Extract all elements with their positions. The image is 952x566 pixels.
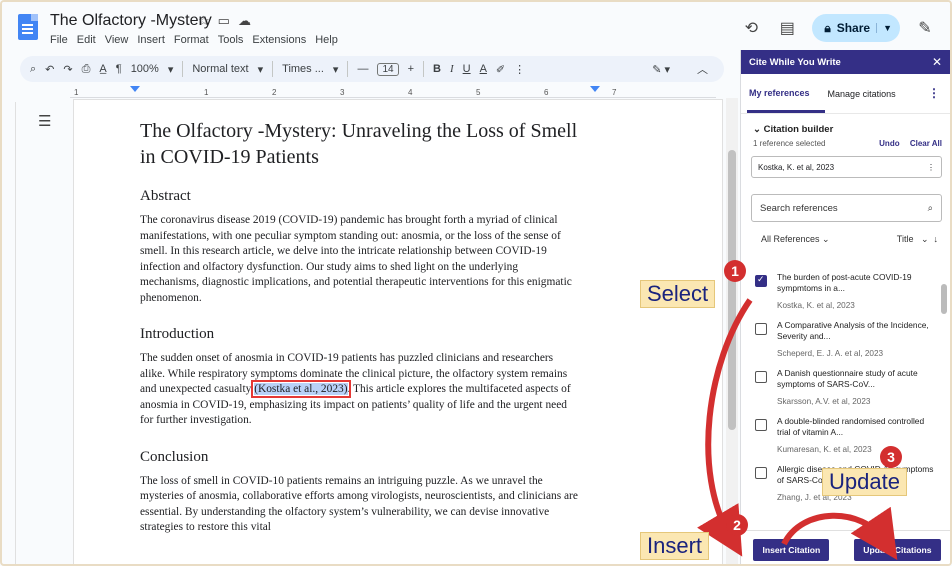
arrow-insert-to-update (781, 506, 898, 560)
update-callout: Update (822, 468, 907, 496)
select-callout: Select (640, 280, 716, 308)
annotation-arrows (697, 298, 898, 560)
arrow-select-to-insert (697, 298, 753, 557)
step-1-badge: 1 (724, 260, 746, 282)
step-2-badge: 2 (726, 514, 748, 536)
app-window: The Olfactory -Mystery ☆▭☁ File Edit Vie… (0, 0, 952, 566)
step-3-badge: 3 (880, 446, 902, 468)
insert-callout: Insert (640, 532, 710, 560)
